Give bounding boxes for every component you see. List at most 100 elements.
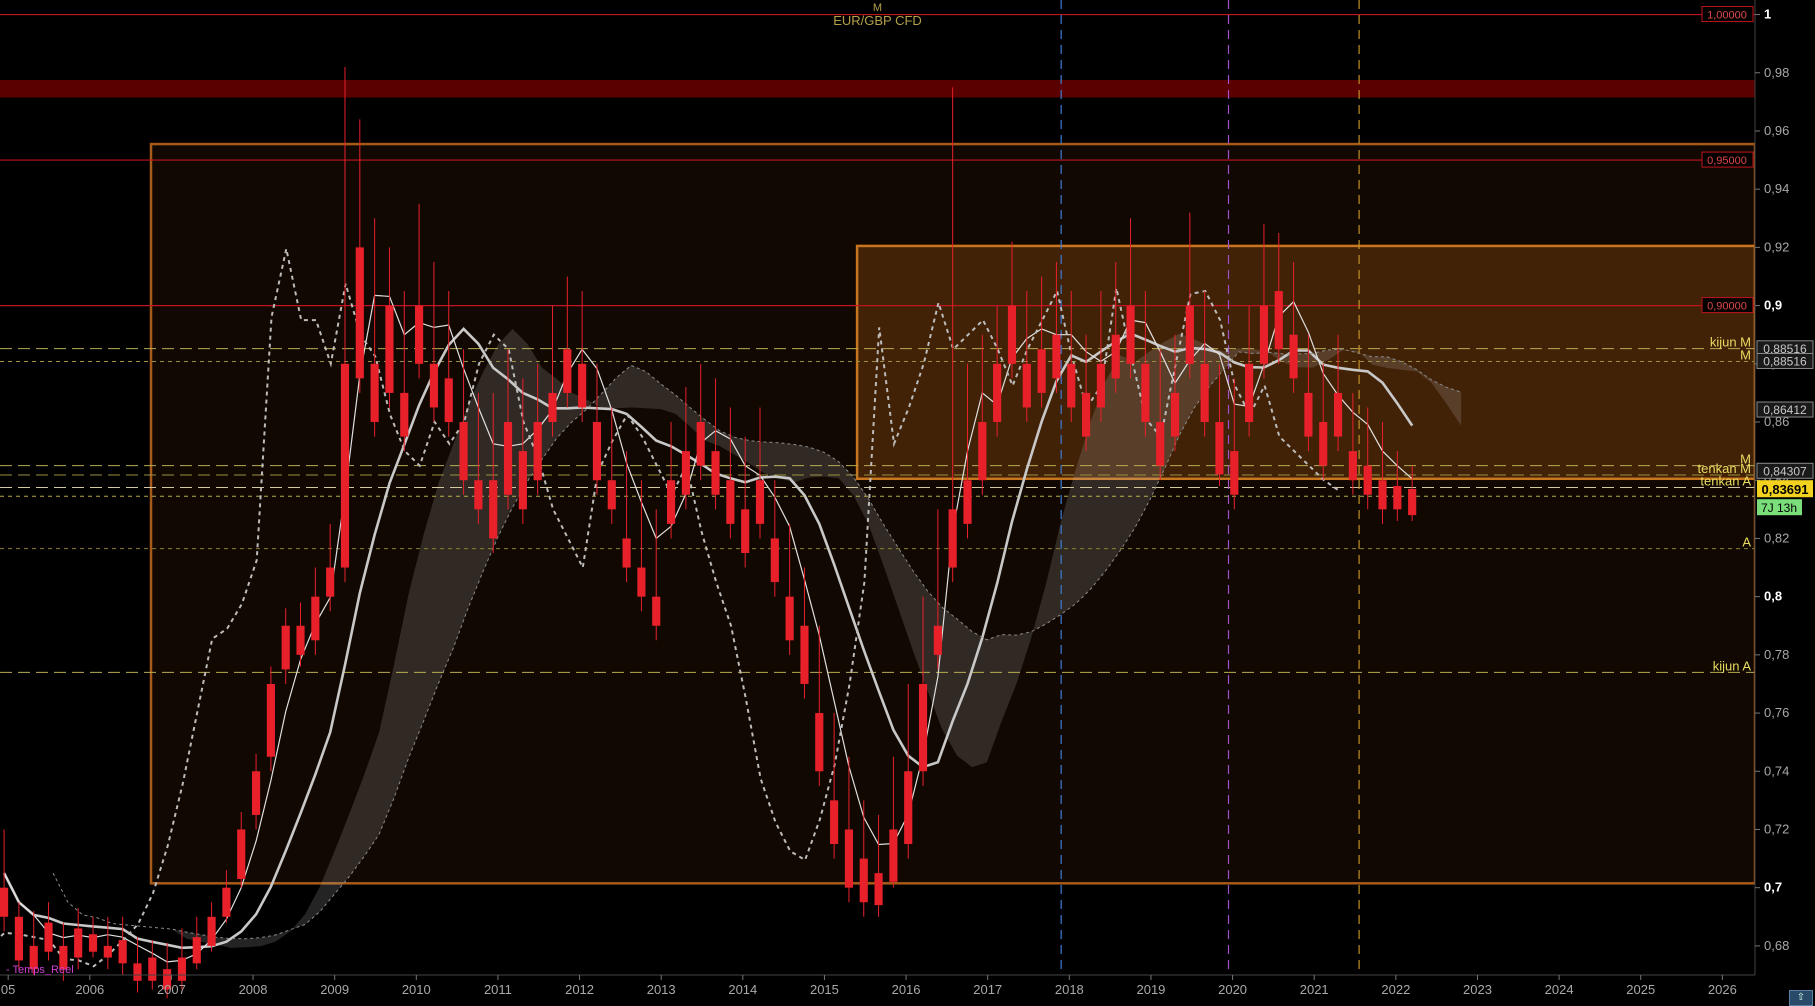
candle-body: [1378, 480, 1387, 510]
candle-body: [355, 247, 364, 379]
price-tag-label: 0,84307: [1763, 464, 1807, 478]
candle-body: [222, 887, 231, 917]
price-axis-label: 0,8: [1764, 589, 1782, 604]
time-axis-label: 2021: [1300, 982, 1329, 997]
candle-body: [148, 957, 157, 981]
candle-body: [415, 305, 424, 364]
candle-body: [548, 392, 557, 423]
candle-body: [785, 596, 794, 641]
candle-body: [1230, 451, 1239, 495]
candle-body: [281, 625, 290, 670]
countdown-label: 7J 13h: [1761, 501, 1797, 515]
candle-body: [266, 683, 275, 757]
price-axis-label: 0,9: [1764, 298, 1782, 313]
candle-body: [578, 363, 587, 408]
time-axis-label: 2006: [75, 982, 104, 997]
time-axis-label: 2014: [728, 982, 757, 997]
candle-body: [326, 567, 335, 597]
candle-body: [103, 945, 112, 958]
candle-body: [1170, 392, 1180, 437]
candle-body: [755, 480, 765, 524]
price-tag-label: 0,86412: [1763, 403, 1807, 417]
candle-body: [14, 916, 23, 961]
candle-body: [859, 858, 868, 903]
candle-body: [978, 422, 987, 481]
candle-body: [711, 451, 720, 495]
time-axis-label: 2025: [1626, 982, 1655, 997]
candle-body: [1200, 363, 1209, 423]
candle-body: [741, 509, 750, 553]
candle-body: [948, 509, 957, 568]
candle-body: [1156, 422, 1165, 466]
candle-body: [1215, 422, 1224, 475]
price-axis-label: 0,7: [1764, 880, 1782, 895]
candle-body: [1363, 465, 1372, 495]
candle-body: [726, 480, 735, 524]
candle-body: [296, 625, 305, 655]
time-axis-label: 2015: [810, 982, 839, 997]
price-tag-label: 0,88516: [1763, 354, 1807, 368]
time-axis-label: 2016: [892, 982, 921, 997]
candle-body: [1289, 334, 1298, 379]
candle-body: [844, 829, 854, 888]
candle-body: [400, 392, 409, 437]
time-axis-label: 2007: [157, 982, 186, 997]
candle-body: [889, 829, 898, 882]
candle-body: [474, 480, 483, 510]
symbol-title: EUR/GBP CFD: [833, 13, 922, 28]
candle-body: [533, 422, 542, 481]
candle-body: [1052, 334, 1061, 379]
candle-body: [563, 349, 572, 393]
candle-body: [518, 451, 527, 510]
candle-body: [993, 363, 1002, 423]
price-axis-label: 0,76: [1764, 705, 1789, 720]
candle-body: [1319, 422, 1328, 466]
candle-body: [696, 422, 705, 466]
price-level-label: 0,95000: [1707, 155, 1747, 167]
candle-body: [874, 873, 883, 906]
price-axis-label: 0,92: [1764, 239, 1789, 254]
time-axis-label: 2024: [1545, 982, 1574, 997]
candle-body: [1245, 363, 1254, 423]
time-axis-label: 2009: [320, 982, 349, 997]
candle-body: [1111, 334, 1120, 379]
candle-body: [237, 829, 246, 879]
candle-body: [207, 916, 216, 946]
time-axis-label: 2010: [402, 982, 431, 997]
candle-body: [1304, 392, 1313, 437]
candle-body: [1274, 291, 1283, 350]
candle-body: [340, 363, 350, 568]
candle-body: [815, 713, 824, 772]
resistance-zone: [0, 80, 1755, 98]
dashed-level-label: kijun A: [1713, 658, 1752, 673]
candle-body: [489, 480, 498, 539]
candle-body: [1333, 392, 1343, 437]
candle-body: [830, 800, 839, 845]
candle-body: [74, 928, 83, 958]
candle-body: [592, 422, 602, 481]
time-axis-label: 2008: [239, 982, 268, 997]
candle-body: [503, 422, 513, 495]
candle-body: [444, 378, 453, 423]
candle-body: [88, 934, 98, 952]
candle-body: [1096, 363, 1105, 408]
candle-body: [1185, 305, 1194, 364]
time-axis-label: 2026: [1708, 982, 1737, 997]
scroll-up-arrow-icon[interactable]: ⇧: [1789, 990, 1813, 1006]
time-axis-label: 2020: [1218, 982, 1247, 997]
time-axis-label: 2018: [1055, 982, 1084, 997]
candle-body: [251, 771, 261, 815]
time-axis-label: 2019: [1136, 982, 1165, 997]
time-axis-label: 2011: [484, 982, 512, 997]
candle-body: [370, 363, 379, 423]
price-axis-label: 0,82: [1764, 530, 1789, 545]
candle-body: [1259, 305, 1269, 364]
candle-body: [918, 683, 928, 772]
candle-body: [459, 422, 468, 481]
ichimoku-chart[interactable]: 1,000000,950000,90000 kijun MMMtenkan Mt…: [0, 0, 1815, 1006]
price-axis-label: 1: [1764, 7, 1771, 22]
candle-body: [385, 305, 394, 393]
price-zones: [0, 80, 1755, 98]
candle-body: [1022, 363, 1031, 408]
price-axis-label: 0,72: [1764, 821, 1789, 836]
